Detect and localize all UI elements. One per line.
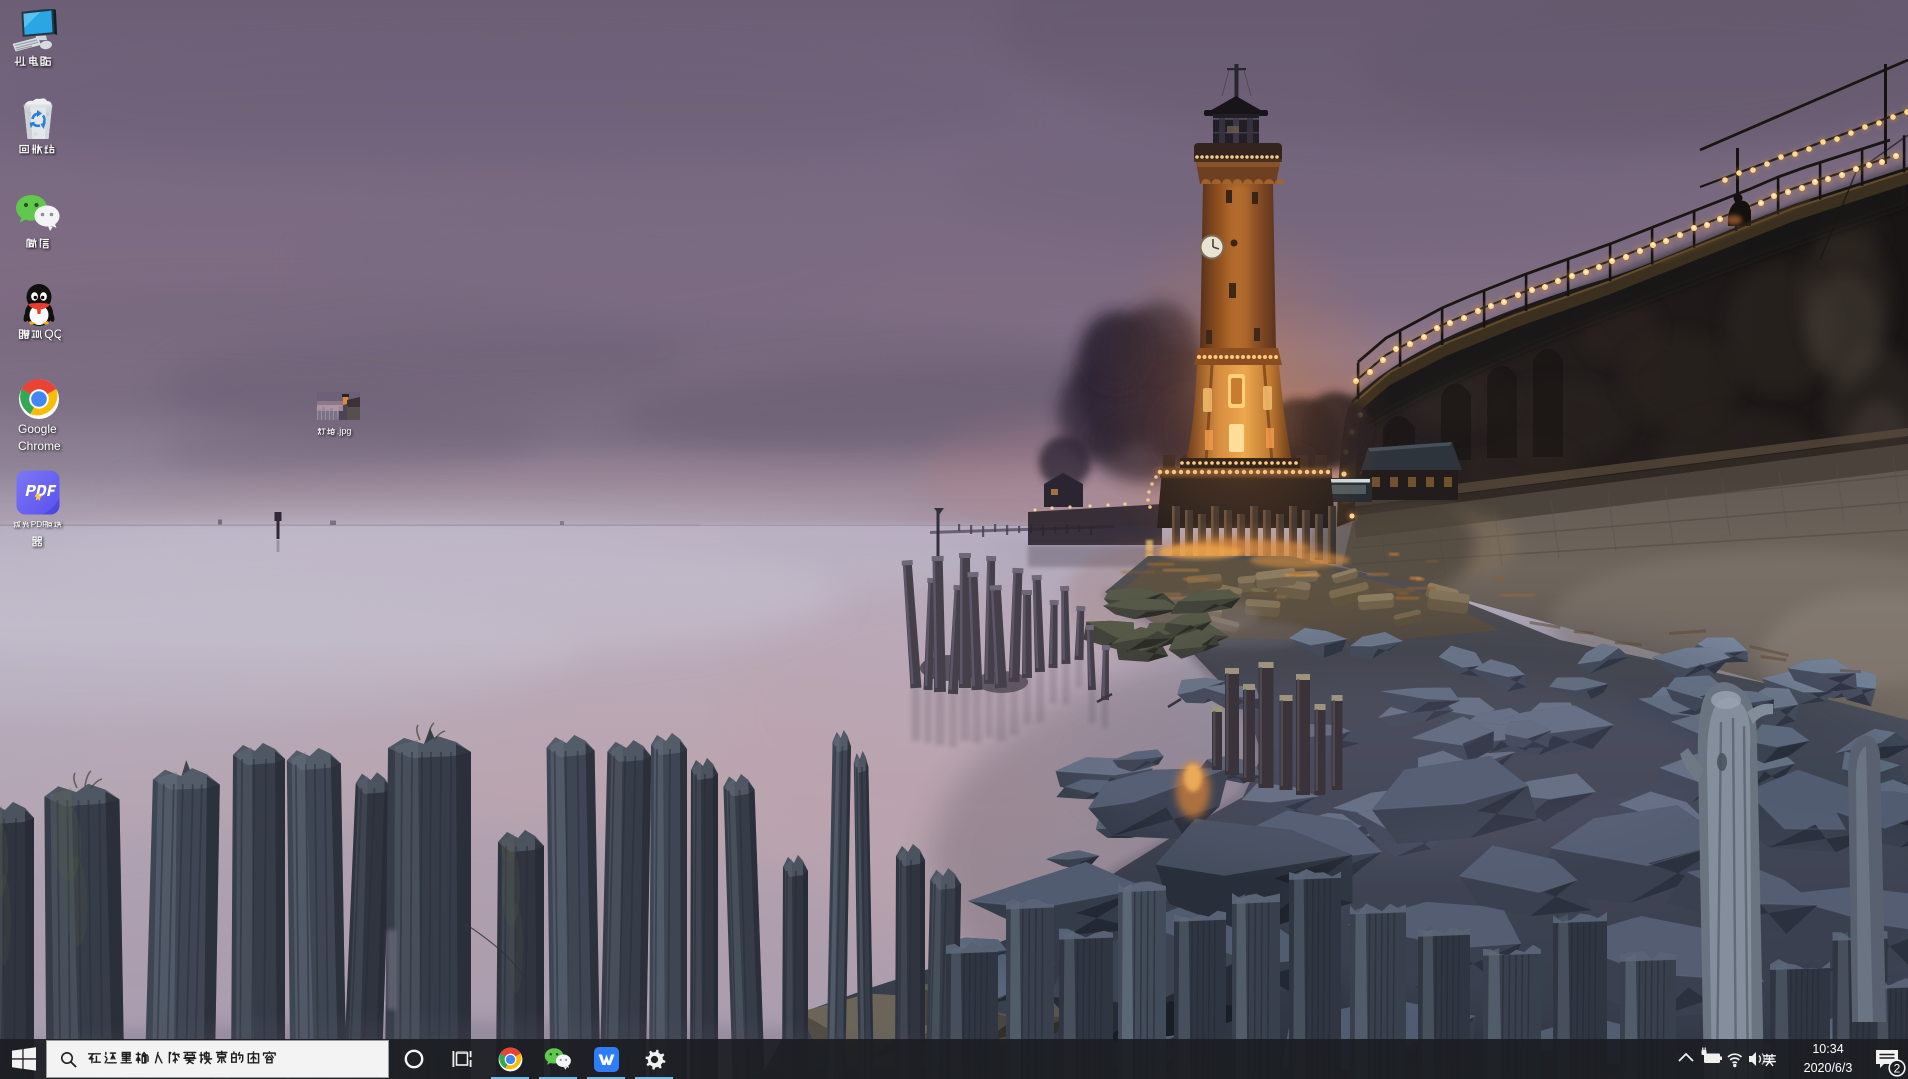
svg-text:Chrome: Chrome bbox=[18, 439, 61, 453]
svg-text:Google: Google bbox=[18, 422, 57, 436]
svg-text:2: 2 bbox=[1894, 1062, 1901, 1076]
svg-text:QQ: QQ bbox=[44, 327, 61, 341]
svg-text:.jpg: .jpg bbox=[337, 426, 352, 436]
svg-text:PDF: PDF bbox=[31, 520, 47, 529]
